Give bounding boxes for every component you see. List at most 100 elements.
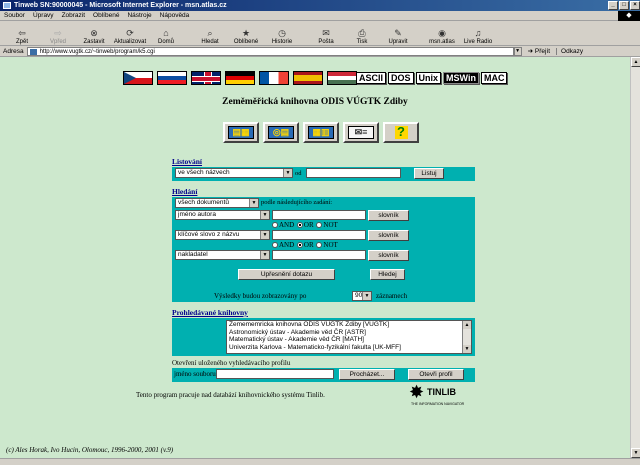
links-button[interactable]: Odkazy: [556, 47, 583, 55]
menu-upravy[interactable]: Úpravy: [33, 12, 54, 19]
search-view-button[interactable]: ◎▤: [263, 122, 299, 143]
minimize-button[interactable]: _: [608, 1, 618, 10]
scroll-down-icon[interactable]: ▼: [631, 448, 640, 458]
search-input-1[interactable]: [272, 210, 366, 220]
chevron-down-icon: ▼: [283, 169, 292, 177]
document-type-select[interactable]: všech dokumentů ▼: [175, 198, 259, 208]
mail-form-button[interactable]: ✉≡: [343, 122, 379, 143]
hungarian-flag-icon[interactable]: [327, 71, 357, 85]
encoding-ascii-button[interactable]: ASCII: [356, 72, 387, 84]
forward-button[interactable]: ⇨ Vpřed: [40, 22, 76, 45]
close-button[interactable]: ×: [630, 1, 640, 10]
german-flag-icon[interactable]: [225, 71, 255, 85]
live-radio-button[interactable]: ♫ Live Radio: [460, 22, 496, 45]
operator-row-2: AND OR NOT: [271, 241, 338, 249]
uk-flag-icon[interactable]: [191, 71, 221, 85]
czech-flag-icon[interactable]: [123, 71, 153, 85]
encoding-dos-button[interactable]: DOS: [388, 72, 414, 84]
browser-toolbar: ⇦ Zpět ⇨ Vpřed ⊗ Zastavit ⟳ Aktualizovat ⌂ Do…: [0, 21, 640, 46]
scroll-up-icon[interactable]: ▲: [631, 57, 640, 67]
library-item[interactable]: Matematický ústav - Akademie věd ČR [MAT…: [229, 336, 471, 344]
window-title-bar: Tinweb SN:90000045 - Microsoft Internet …: [0, 0, 640, 11]
open-profile-button[interactable]: Otevři profil: [408, 369, 464, 380]
menu-soubor[interactable]: Soubor: [4, 12, 25, 19]
edit-button[interactable]: ✎ Upravit: [380, 22, 416, 45]
favorites-icon: ★: [241, 28, 251, 38]
scroll-down-icon[interactable]: ▼: [463, 345, 471, 353]
spanish-flag-icon[interactable]: [293, 71, 323, 85]
or-radio-2[interactable]: [296, 242, 303, 249]
menu-nastroje[interactable]: Nástroje: [127, 12, 151, 19]
french-flag-icon[interactable]: [259, 71, 289, 85]
menu-napoveda[interactable]: Nápověda: [160, 12, 190, 19]
listuj-button[interactable]: Listuj: [414, 168, 444, 179]
page-viewport: ASCII DOS Unix MSWin MAC Zeměměřická kni…: [0, 57, 630, 458]
search-button[interactable]: ⌕ Hledat: [192, 22, 228, 45]
address-label: Adresa: [3, 47, 24, 55]
field-select-1[interactable]: jméno autora ▼: [175, 210, 270, 220]
search-input-2[interactable]: [272, 230, 366, 240]
history-button[interactable]: ◷ Historie: [264, 22, 300, 45]
slovnik-button-2[interactable]: slovník: [368, 230, 409, 241]
back-button[interactable]: ⇦ Zpět: [4, 22, 40, 45]
tinlib-logo[interactable]: ✸ TINLIB THE INFORMATION NAVIGATOR: [409, 384, 469, 407]
favorites-button[interactable]: ★ Oblíbené: [228, 22, 264, 45]
library-item[interactable]: Zemememricka knihovna ODIS VUGTK Zdiby […: [229, 321, 471, 329]
maximize-button[interactable]: □: [619, 1, 629, 10]
page-title: Zeměměřická knihovna ODIS VÚGTK Zdiby: [222, 97, 408, 107]
search-input-3[interactable]: [272, 250, 366, 260]
slovnik-button-1[interactable]: slovník: [368, 210, 409, 221]
catalog-button[interactable]: ▤▦: [223, 122, 259, 143]
library-item[interactable]: Astronomický ústav - Akademie věd ČR [AS…: [229, 329, 471, 337]
hledej-button[interactable]: Hledej: [370, 269, 405, 280]
chevron-down-icon: ▼: [260, 231, 269, 239]
menu-bar: Soubor Úpravy Zobrazit Oblíbené Nástroje…: [0, 11, 640, 21]
encoding-mswin-button[interactable]: MSWin: [443, 72, 479, 84]
libraries-scrollbar[interactable]: ▲ ▼: [462, 321, 471, 353]
listovani-scope-select[interactable]: ve všech názvech ▼: [175, 168, 293, 178]
menu-zobrazit[interactable]: Zobrazit: [62, 12, 85, 19]
results-count-select[interactable]: 90 ▼: [352, 291, 372, 301]
refine-query-button[interactable]: Upřesnění dotazu: [238, 269, 335, 280]
not-radio-1[interactable]: [316, 222, 323, 229]
encoding-unix-button[interactable]: Unix: [415, 72, 442, 84]
scroll-up-icon[interactable]: ▲: [463, 321, 471, 329]
print-button[interactable]: ⎙ Tisk: [344, 22, 380, 45]
catalog-icon: ▤▦: [228, 126, 254, 139]
profile-heading: Otevření uloženého vyhledávacího profilu: [172, 359, 291, 367]
help-button[interactable]: ?: [383, 122, 419, 143]
forward-arrow-icon: ⇨: [54, 28, 62, 38]
and-radio-1[interactable]: [272, 222, 278, 229]
library-item[interactable]: Univerzita Karlova - Matematicko-fyzikál…: [229, 344, 471, 352]
encoding-mac-button[interactable]: MAC: [480, 72, 508, 84]
libraries-listbox[interactable]: Zemememricka knihovna ODIS VUGTK Zdiby […: [226, 320, 472, 354]
and-radio-2[interactable]: [272, 242, 278, 249]
or-radio-1[interactable]: [296, 222, 303, 229]
windows-logo-icon: ◆: [618, 11, 640, 21]
field-select-3[interactable]: nakladatel ▼: [175, 250, 270, 260]
nav-icon-bar: ▤▦ ◎▤ ▦▥ ✉≡ ?: [223, 122, 423, 143]
profile-file-input[interactable]: [216, 369, 334, 379]
address-input[interactable]: http://www.vugtk.cz/~tinweb/program/k5.c…: [26, 46, 514, 56]
refresh-button[interactable]: ⟳ Aktualizovat: [112, 22, 148, 45]
listovani-input[interactable]: [306, 168, 401, 178]
address-dropdown-button[interactable]: ▼: [513, 46, 522, 56]
language-flags: [123, 71, 361, 85]
status-bar: [0, 458, 640, 465]
home-button[interactable]: ⌂ Domů: [148, 22, 184, 45]
menu-oblibene[interactable]: Oblíbené: [93, 12, 119, 19]
mail-button[interactable]: ✉ Pošta: [308, 22, 344, 45]
stop-button[interactable]: ⊗ Zastavit: [76, 22, 112, 45]
go-button[interactable]: ➜ Přejít: [528, 47, 550, 55]
msn-atlas-button[interactable]: ◉ msn.atlas: [424, 22, 460, 45]
field-select-2[interactable]: klíčové slovo z názvu ▼: [175, 230, 270, 240]
print-icon: ⎙: [358, 28, 366, 38]
page-scrollbar[interactable]: ▲ ▼: [630, 57, 640, 458]
browse-button[interactable]: Procházet...: [339, 369, 395, 380]
results-button[interactable]: ▦▥: [303, 122, 339, 143]
slovnik-button-3[interactable]: slovník: [368, 250, 409, 261]
not-radio-2[interactable]: [316, 242, 323, 249]
radio-icon: ♫: [474, 28, 482, 38]
slovak-flag-icon[interactable]: [157, 71, 187, 85]
stop-icon: ⊗: [90, 28, 98, 38]
